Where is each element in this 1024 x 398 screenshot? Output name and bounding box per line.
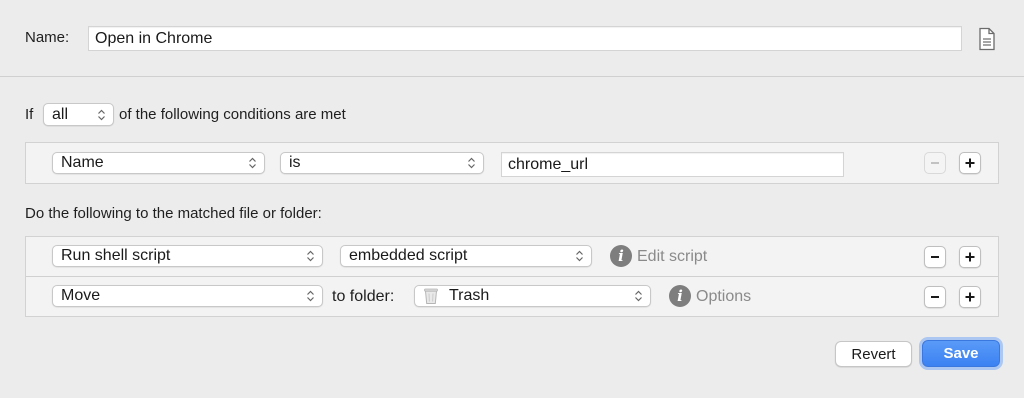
document-icon[interactable] (977, 27, 997, 51)
add-action-button[interactable] (959, 286, 981, 308)
remove-action-button[interactable] (924, 246, 946, 268)
chevron-updown-icon (307, 290, 314, 302)
condition-operator-popup[interactable]: is (280, 152, 484, 174)
options-link[interactable]: Options (696, 288, 751, 306)
plus-icon (965, 292, 975, 302)
conditions-group: Name is chrome_url (25, 142, 999, 184)
add-action-button[interactable] (959, 246, 981, 268)
match-mode-value: all (52, 105, 69, 123)
chevron-updown-icon (576, 250, 583, 262)
remove-condition-button[interactable] (924, 152, 946, 174)
revert-button[interactable]: Revert (835, 341, 912, 367)
actions-heading: Do the following to the matched file or … (25, 205, 322, 222)
action-popup[interactable]: Move (52, 285, 323, 307)
minus-icon (931, 296, 939, 298)
action-value: Run shell script (61, 247, 171, 264)
info-icon[interactable]: i (610, 245, 632, 267)
actions-group: Run shell script embedded script i Edit … (25, 236, 999, 317)
chevron-updown-icon (307, 250, 314, 262)
minus-icon (931, 162, 939, 164)
save-button[interactable]: Save (922, 340, 1000, 367)
edit-script-link[interactable]: Edit script (637, 248, 707, 266)
condition-value-field[interactable]: chrome_url (501, 152, 844, 177)
conditions-suffix: of the following conditions are met (119, 106, 346, 123)
header-divider (0, 76, 1024, 77)
chevron-updown-icon (98, 109, 105, 120)
name-label: Name: (25, 29, 70, 46)
rule-name-field[interactable]: Open in Chrome (88, 26, 962, 51)
minus-icon (931, 256, 939, 258)
trash-icon (424, 288, 438, 304)
remove-action-button[interactable] (924, 286, 946, 308)
conditions-prefix: If (25, 106, 34, 123)
action-row-divider (26, 276, 998, 277)
chevron-updown-icon (468, 157, 475, 169)
action-popup[interactable]: Run shell script (52, 245, 323, 267)
condition-attribute-value: Name (61, 154, 104, 171)
plus-icon (965, 158, 975, 168)
plus-icon (965, 252, 975, 262)
info-icon[interactable]: i (669, 285, 691, 307)
add-condition-button[interactable] (959, 152, 981, 174)
action-value: Move (61, 287, 101, 304)
chevron-updown-icon (249, 157, 256, 169)
condition-operator-value: is (289, 154, 301, 171)
script-source-value: embedded script (349, 247, 468, 264)
chevron-updown-icon (635, 290, 642, 302)
condition-attribute-popup[interactable]: Name (52, 152, 265, 174)
folder-popup[interactable]: Trash (414, 285, 651, 307)
folder-value: Trash (449, 287, 490, 304)
match-mode-popup[interactable]: all (43, 103, 114, 126)
script-source-popup[interactable]: embedded script (340, 245, 592, 267)
to-folder-label: to folder: (332, 288, 395, 305)
